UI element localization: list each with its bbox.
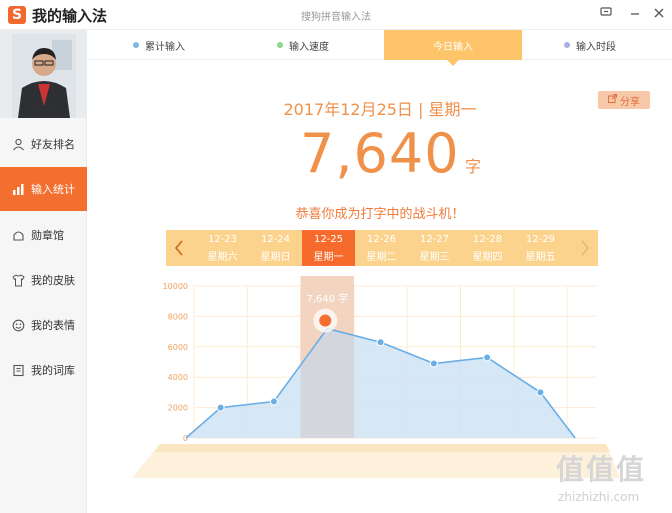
smiley-icon (10, 317, 26, 333)
user-name: Andy (29, 100, 58, 113)
highlight-point (319, 314, 332, 327)
highlight-value-label: 7,640 字 (306, 292, 348, 305)
sidebar: Andy 好友排名 输入统计 勋章馆 我的皮肤 我的表情 我的词库 (0, 30, 87, 513)
day-12-24[interactable]: 12-24 星期日 (249, 230, 302, 266)
y-tick-label: 4000 (168, 373, 188, 382)
tab-label: 输入速度 (289, 41, 329, 53)
day-weekday: 星期六 (207, 252, 238, 263)
day-date: 12-27 (419, 234, 450, 245)
day-date: 12-28 (472, 234, 503, 245)
sidebar-item-label: 我的表情 (31, 319, 75, 332)
data-point (429, 359, 438, 368)
title-bar: S 我的输入法 搜狗拼音输入法 (0, 0, 672, 30)
watermark: 值值值 zhizhizhi.com (556, 448, 666, 508)
sidebar-item-friends-ranking[interactable]: 好友排名 (0, 122, 87, 166)
sidebar-item-label: 我的皮肤 (31, 274, 75, 287)
minimize-button[interactable] (626, 5, 644, 23)
day-weekday: 星期五 (525, 252, 556, 263)
data-point (269, 397, 278, 406)
chevron-left-icon (174, 240, 183, 256)
chevron-right-icon (581, 240, 590, 256)
chart-icon (10, 181, 26, 197)
day-12-23[interactable]: 12-23 星期六 (196, 230, 249, 266)
next-week-button[interactable] (572, 230, 598, 266)
tshirt-icon (10, 272, 26, 288)
tab-cumulative-input[interactable]: 累计输入 (133, 30, 185, 60)
tab-input-speed[interactable]: 输入速度 (277, 30, 329, 60)
day-weekday: 星期三 (419, 252, 450, 263)
tab-input-time-period[interactable]: 输入时段 (564, 30, 616, 60)
window-title: 搜狗拼音输入法 (301, 12, 371, 23)
date-strip: 12-23 星期六 12-24 星期日 12-25 星期一 12-26 星期二 … (166, 230, 598, 266)
day-weekday: 星期二 (366, 252, 397, 263)
count-unit: 字 (465, 157, 482, 176)
y-tick-label: 10000 (163, 282, 188, 291)
y-tick-label: 0 (183, 434, 188, 443)
day-12-25[interactable]: 12-25 星期一 (302, 230, 355, 266)
share-label: 分享 (620, 96, 640, 108)
legend-dot-icon (564, 42, 570, 48)
congrats-message: 恭喜你成为打字中的战斗机！ (295, 207, 465, 222)
sidebar-item-my-emoji[interactable]: 我的表情 (0, 303, 87, 347)
data-point (216, 403, 225, 412)
stats-tabs: 累计输入 输入速度 今日输入 输入时段 (88, 30, 672, 66)
legend-dot-icon (133, 42, 139, 48)
share-button[interactable]: 分享 (598, 91, 650, 109)
selected-date: 2017年12月25日 | 星期一 (283, 100, 477, 119)
day-12-29[interactable]: 12-29 星期五 (514, 230, 567, 266)
day-date: 12-29 (525, 234, 556, 245)
day-12-27[interactable]: 12-27 星期三 (408, 230, 461, 266)
day-date: 12-23 (207, 234, 238, 245)
watermark-url: zhizhizhi.com (558, 490, 640, 504)
day-12-28[interactable]: 12-28 星期四 (461, 230, 514, 266)
day-12-26[interactable]: 12-26 星期二 (355, 230, 408, 266)
data-point (483, 353, 492, 362)
day-weekday: 星期一 (313, 252, 344, 263)
day-weekday: 星期日 (260, 252, 291, 263)
sidebar-item-my-dictionary[interactable]: 我的词库 (0, 348, 87, 392)
sidebar-item-input-stats[interactable]: 输入统计 (0, 167, 87, 211)
chart-canvas: 10000 8000 6000 4000 2000 0 7,640 字 (132, 276, 620, 478)
sidebar-item-my-skins[interactable]: 我的皮肤 (0, 258, 87, 302)
y-tick-label: 6000 (168, 343, 188, 352)
chart-floor-edge (154, 444, 610, 452)
today-char-count: 7,640 (300, 122, 460, 185)
data-point (376, 338, 385, 347)
daily-input-chart: 10000 8000 6000 4000 2000 0 7,640 字 (120, 266, 620, 486)
tab-label: 累计输入 (145, 41, 185, 53)
sidebar-item-label: 输入统计 (31, 183, 75, 196)
sidebar-item-label: 勋章馆 (31, 229, 64, 242)
sidebar-item-medal-hall[interactable]: 勋章馆 (0, 213, 87, 257)
share-icon (608, 94, 617, 106)
medal-icon (10, 227, 26, 243)
dictionary-icon (10, 362, 26, 378)
close-button[interactable] (650, 5, 668, 23)
prev-week-button[interactable] (166, 230, 192, 266)
day-date: 12-24 (260, 234, 291, 245)
day-weekday: 星期四 (472, 252, 503, 263)
tab-label: 输入时段 (576, 41, 616, 53)
y-tick-label: 2000 (168, 404, 188, 413)
sidebar-item-label: 好友排名 (31, 138, 75, 151)
sidebar-item-label: 我的词库 (31, 364, 75, 377)
friends-ranking-icon (10, 136, 26, 152)
legend-dot-icon (277, 42, 283, 48)
avatar[interactable]: Andy (0, 30, 87, 118)
y-tick-label: 8000 (168, 312, 188, 321)
day-date: 12-25 (313, 234, 344, 245)
tab-label: 今日输入 (433, 41, 473, 53)
day-date: 12-26 (366, 234, 397, 245)
feedback-icon[interactable] (597, 5, 615, 23)
data-point (536, 388, 545, 397)
watermark-logo: 值值值 (556, 453, 647, 486)
tab-today-input[interactable]: 今日输入 (384, 30, 522, 66)
